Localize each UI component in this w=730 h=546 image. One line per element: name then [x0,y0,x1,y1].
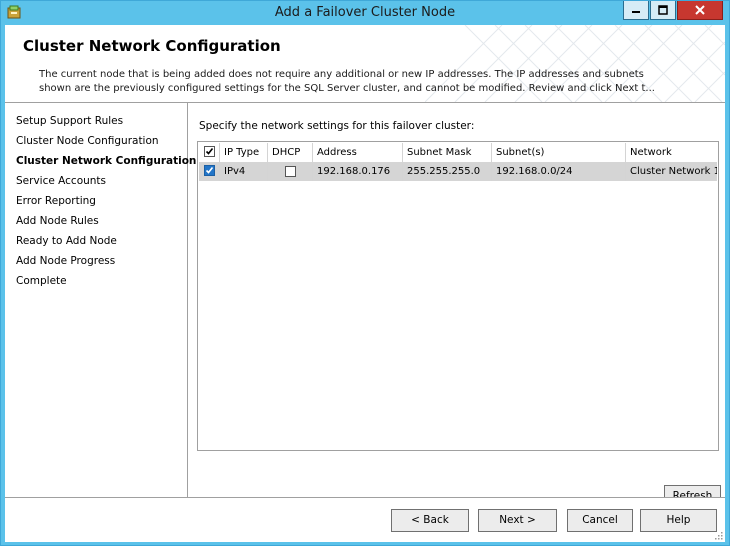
page-description: The current node that is being added doe… [39,69,655,94]
resize-grip-icon[interactable] [713,530,723,540]
cell-dhcp[interactable] [268,162,313,181]
row-checkbox[interactable] [204,165,215,176]
column-header-ip-type[interactable]: IP Type [220,143,268,162]
checkmark-icon [205,167,214,174]
minimize-icon [632,11,640,13]
dialog-client-area: Cluster Network Configuration The curren… [5,25,725,542]
table-row[interactable]: IPv4 192.168.0.176 255.255.255.0 192.168… [199,162,717,181]
cell-network: Cluster Network 1 [630,166,717,177]
page-title: Cluster Network Configuration [23,37,281,55]
next-button[interactable]: Next > [478,509,557,532]
nav-step-error-reporting[interactable]: Error Reporting [16,195,96,207]
window-title: Add a Failover Cluster Node [274,5,456,20]
network-settings-label: Specify the network settings for this fa… [199,120,475,132]
checkmark-icon [205,148,214,155]
maximize-icon [658,5,668,15]
back-button[interactable]: < Back [391,509,469,532]
column-header-subnet-mask[interactable]: Subnet Mask [403,143,492,162]
help-button[interactable]: Help [640,509,717,532]
page-header: Cluster Network Configuration The curren… [5,25,725,103]
grid-header-row: IP Type DHCP Address Subnet Mask Subnet(… [199,143,717,162]
title-bar[interactable]: Add a Failover Cluster Node [1,1,729,25]
select-all-cell[interactable] [199,143,220,162]
network-settings-grid[interactable]: IP Type DHCP Address Subnet Mask Subnet(… [197,141,719,451]
nav-step-add-node-progress[interactable]: Add Node Progress [16,255,115,267]
nav-step-service-accounts[interactable]: Service Accounts [16,175,106,187]
cell-address: 192.168.0.176 [313,162,403,181]
dialog-footer: < Back Next > Cancel Help [5,497,725,542]
cancel-button[interactable]: Cancel [567,509,633,532]
nav-step-setup-support-rules[interactable]: Setup Support Rules [16,115,123,127]
column-header-network[interactable]: Network [626,143,717,162]
dhcp-checkbox[interactable] [285,166,296,177]
cell-ip-type: IPv4 [220,162,268,181]
column-header-subnets[interactable]: Subnet(s) [492,143,626,162]
nav-step-ready-to-add-node[interactable]: Ready to Add Node [16,235,117,247]
nav-step-cluster-network-configuration[interactable]: Cluster Network Configuration [16,155,196,167]
close-icon [695,5,705,15]
column-header-address[interactable]: Address [313,143,403,162]
nav-step-add-node-rules[interactable]: Add Node Rules [16,215,99,227]
row-select-cell[interactable] [199,162,220,181]
dialog-window: Add a Failover Cluster Node Cluster Netw… [0,0,730,546]
nav-step-cluster-node-configuration[interactable]: Cluster Node Configuration [16,135,159,147]
close-button[interactable] [677,1,723,20]
wizard-steps-nav: Setup Support Rules Cluster Node Configu… [5,103,196,497]
cell-subnet-mask: 255.255.255.0 [403,162,492,181]
select-all-checkbox[interactable] [204,146,215,157]
nav-step-complete[interactable]: Complete [16,275,67,287]
cell-subnets: 192.168.0.0/24 [492,162,626,181]
main-panel: Specify the network settings for this fa… [188,103,725,508]
minimize-button[interactable] [623,1,649,20]
maximize-button[interactable] [650,1,676,20]
column-header-dhcp[interactable]: DHCP [268,143,313,162]
